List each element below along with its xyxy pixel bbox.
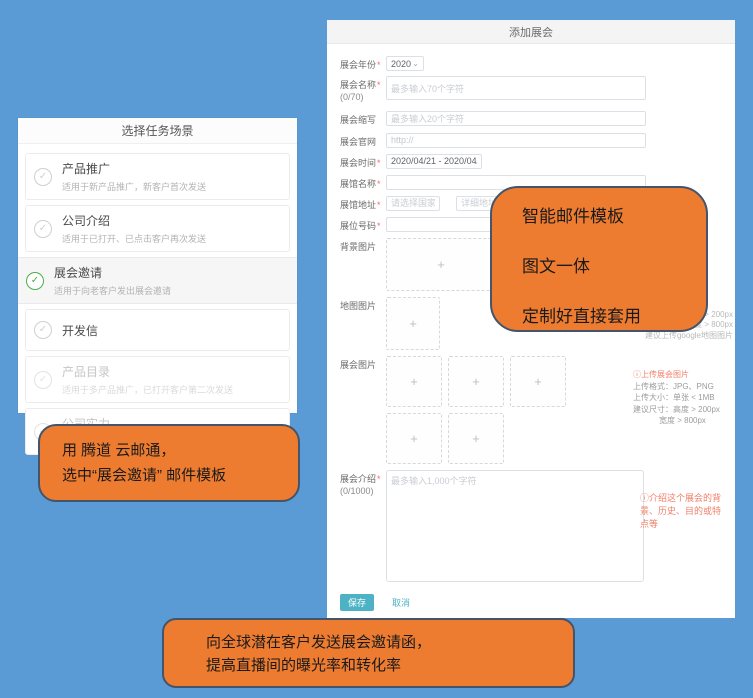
country-select-wrap xyxy=(386,196,440,211)
field-label-address: 展馆地址* xyxy=(340,196,386,211)
char-counter: (0/70) xyxy=(340,91,386,103)
expo-image-upload-3[interactable]: + xyxy=(510,356,566,407)
exhibition-name-input-wrap xyxy=(386,76,646,100)
url-prefix: http:// xyxy=(391,135,414,145)
tip-icon: ⓘ xyxy=(633,370,641,379)
callout-line: 用 腾道 云邮通， xyxy=(62,439,298,464)
required-star: * xyxy=(377,179,381,189)
form-title: 添加展会 xyxy=(327,20,735,44)
scenario-item-product-catalog[interactable]: ✓ 产品目录 适用于多产品推广，已打开客户第二次发送 xyxy=(25,356,290,403)
char-counter: (0/1000) xyxy=(340,485,386,497)
scenario-item-title: 开发信 xyxy=(62,322,98,339)
scenario-item-desc: 适用于新产品推广，新客户首次发送 xyxy=(62,180,206,193)
callout-instruction: 用 腾道 云邮通， 选中“展会邀请” 邮件模板 xyxy=(38,424,300,502)
callout-line: 提高直播间的曝光率和转化率 xyxy=(206,654,573,677)
intro-textarea-wrap xyxy=(386,470,644,582)
map-image-upload[interactable]: + xyxy=(386,297,440,350)
scenario-list: ✓ 产品推广 适用于新产品推广，新客户首次发送 ✓ 公司介绍 适用于已打开、已点… xyxy=(18,144,297,455)
check-circle-icon: ✓ xyxy=(34,371,52,389)
cancel-button[interactable]: 取消 xyxy=(392,596,410,609)
scenario-item-dev-letter[interactable]: ✓ 开发信 xyxy=(25,309,290,351)
required-star: * xyxy=(377,200,381,210)
required-star: * xyxy=(377,221,381,231)
field-label-name: 展会名称*(0/70) xyxy=(340,76,386,103)
scenario-panel-title: 选择任务场景 xyxy=(18,118,297,144)
field-label-intro: 展会介绍*(0/1000) xyxy=(340,470,386,497)
country-select[interactable] xyxy=(391,198,435,208)
expo-image-upload-1[interactable]: + xyxy=(386,356,442,407)
field-label-abbr: 展会缩写 xyxy=(340,111,386,126)
expo-image-upload-2[interactable]: + xyxy=(448,356,504,407)
field-label-time: 展会时间* xyxy=(340,154,386,169)
callout-line: 智能邮件模板 xyxy=(522,202,706,227)
year-value: 2020 xyxy=(391,59,411,69)
expo-image-upload-5[interactable]: + xyxy=(448,413,504,464)
date-range-input[interactable] xyxy=(391,156,477,166)
website-input[interactable] xyxy=(417,135,641,145)
check-circle-green-icon: ✓ xyxy=(26,272,44,290)
intro-textarea[interactable] xyxy=(391,474,639,578)
required-star: * xyxy=(377,80,381,90)
expo-image-upload-4[interactable]: + xyxy=(386,413,442,464)
field-label-hall: 展馆名称* xyxy=(340,175,386,190)
chevron-down-icon: ⌄ xyxy=(412,60,419,68)
scenario-item-product-promo[interactable]: ✓ 产品推广 适用于新产品推广，新客户首次发送 xyxy=(25,153,290,200)
scenario-item-desc: 适用于向老客户发出展会邀请 xyxy=(54,284,171,297)
scenario-item-title: 展会邀请 xyxy=(54,264,171,281)
field-label-expo-images: 展会图片 xyxy=(340,356,386,371)
callout-line: 定制好直接套用 xyxy=(522,302,706,327)
bg-image-upload[interactable]: + xyxy=(386,238,496,291)
required-star: * xyxy=(377,60,381,70)
callout-line: 向全球潜在客户发送展会邀请函， xyxy=(206,631,573,654)
date-range-input-wrap xyxy=(386,154,482,169)
plus-icon: + xyxy=(437,257,445,272)
website-input-wrap: http:// xyxy=(386,133,646,148)
scenario-item-title: 公司介绍 xyxy=(62,212,206,229)
tip-icon: ⓘ xyxy=(640,493,649,503)
required-star: * xyxy=(377,474,381,484)
callout-line: 图文一体 xyxy=(522,252,706,277)
year-select[interactable]: 2020 ⌄ xyxy=(386,56,424,71)
abbr-input-wrap xyxy=(386,111,646,126)
required-star: * xyxy=(377,158,381,168)
slide-background: 选择任务场景 ✓ 产品推广 适用于新产品推广，新客户首次发送 ✓ 公司介绍 适用… xyxy=(0,0,753,698)
field-label-bg-image: 背景图片 xyxy=(340,238,386,253)
field-label-booth: 展位号码* xyxy=(340,217,386,232)
scenario-item-expo-invite[interactable]: ✓ 展会邀请 适用于向老客户发出展会邀请 xyxy=(18,257,297,304)
plus-icon: + xyxy=(409,316,417,331)
field-label-website: 展会官网 xyxy=(340,133,386,148)
exhibition-name-input[interactable] xyxy=(391,84,641,94)
scenario-panel: 选择任务场景 ✓ 产品推广 适用于新产品推广，新客户首次发送 ✓ 公司介绍 适用… xyxy=(18,118,297,413)
expo-image-tip: ⓘ上传展会图片 上传格式：JPG、PNG 上传大小：单张 < 1MB 建议尺寸：… xyxy=(633,369,720,427)
check-circle-icon: ✓ xyxy=(34,321,52,339)
scenario-item-title: 产品推广 xyxy=(62,160,206,177)
expo-image-grid: + + + + + xyxy=(386,356,586,464)
plus-icon: + xyxy=(410,374,418,389)
check-circle-icon: ✓ xyxy=(34,220,52,238)
scenario-item-desc: 适用于已打开、已点击客户再次发送 xyxy=(62,232,206,245)
plus-icon: + xyxy=(472,431,480,446)
callout-template-features: 智能邮件模板 图文一体 定制好直接套用 xyxy=(490,186,708,332)
callout-benefit: 向全球潜在客户发送展会邀请函， 提高直播间的曝光率和转化率 xyxy=(162,618,575,688)
check-circle-icon: ✓ xyxy=(34,168,52,186)
scenario-item-desc: 适用于多产品推广，已打开客户第二次发送 xyxy=(62,383,233,396)
field-label-map-image: 地图图片 xyxy=(340,297,386,312)
plus-icon: + xyxy=(472,374,480,389)
plus-icon: + xyxy=(534,374,542,389)
field-label-year: 展会年份* xyxy=(340,56,386,71)
plus-icon: + xyxy=(410,431,418,446)
abbr-input[interactable] xyxy=(391,114,641,124)
intro-tip: ⓘ介绍这个展会的背景、历史、目的或特点等 xyxy=(640,492,728,531)
save-button[interactable]: 保存 xyxy=(340,594,374,611)
scenario-item-title: 产品目录 xyxy=(62,363,233,380)
callout-line: 选中“展会邀请” 邮件模板 xyxy=(62,464,298,489)
scenario-item-company-intro[interactable]: ✓ 公司介绍 适用于已打开、已点击客户再次发送 xyxy=(25,205,290,252)
